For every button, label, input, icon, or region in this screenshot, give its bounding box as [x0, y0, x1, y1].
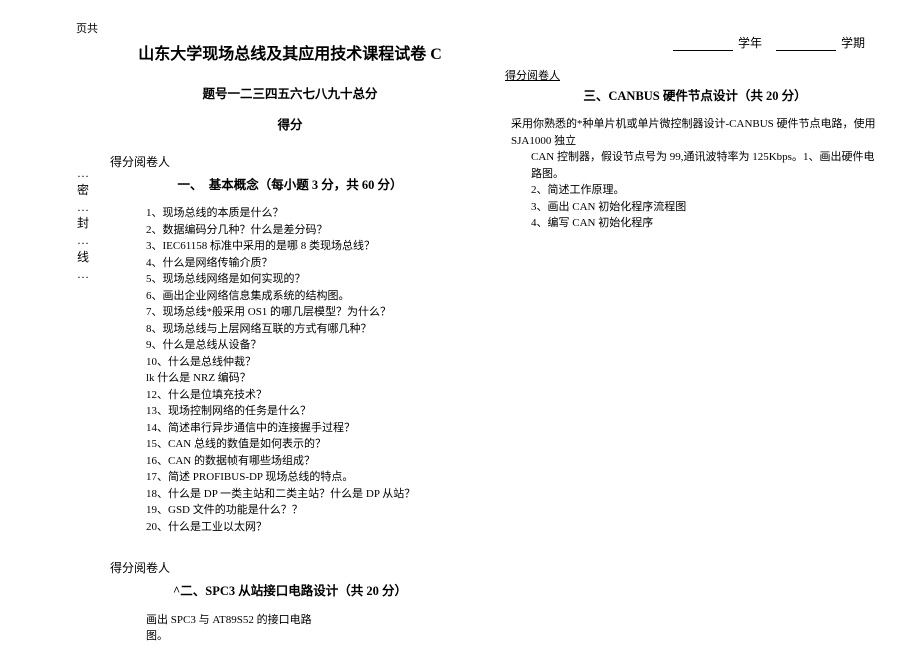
s3-line1: 采用你熟悉的*种单片机或单片微控制器设计-CANBUS 硬件节点电路，使用 SJ…: [511, 116, 885, 149]
s3-line5: 4、编写 CAN 初始化程序: [531, 215, 885, 232]
grader-label-2: 得分阅卷人: [110, 559, 470, 576]
question-list: 1、现场总线的本质是什么？ 2、数据编码分几种？什么是差分码？ 3、IEC611…: [146, 205, 470, 535]
page-corner-label: 页共: [76, 20, 98, 36]
section3-body: 采用你熟悉的*种单片机或单片微控制器设计-CANBUS 硬件节点电路，使用 SJ…: [505, 116, 885, 232]
binding-margin-label: … 密 … 封 … 线 …: [76, 165, 90, 283]
section2-body: 画出 SPC3 与 AT89S52 的接口电路 图。: [146, 611, 470, 643]
year-term-line: 学年 学期: [505, 34, 885, 51]
exam-title: 山东大学现场总线及其应用技术课程试卷 C: [110, 40, 470, 64]
s3-line3: 2、简述工作原理。: [531, 182, 885, 199]
right-column: 学年 学期 得分阅卷人 三、CANBUS 硬件节点设计（共 20 分） 采用你熟…: [505, 34, 885, 232]
question-10: 10、什么是总线仲裁？: [146, 354, 470, 371]
question-9: 9、什么是总线从设备？: [146, 337, 470, 354]
score-label: 得分: [110, 114, 470, 133]
question-14: 14、简述串行异步通信中的连接握手过程？: [146, 420, 470, 437]
question-5: 5、现场总线网络是如何实现的？: [146, 271, 470, 288]
question-15: 15、CAN 总线的数值是如何表示的？: [146, 436, 470, 453]
question-7: 7、现场总线*般采用 OS1 的哪几层模型？为什么？: [146, 304, 470, 321]
grader-label-3: 得分阅卷人: [505, 67, 885, 83]
section3-title: 三、CANBUS 硬件节点设计（共 20 分）: [505, 85, 885, 104]
question-12: 12、什么是位填充技术？: [146, 387, 470, 404]
question-18: 18、什么是 DP 一类主站和二类主站？什么是 DP 从站？: [146, 486, 470, 503]
question-3: 3、IEC61158 标准中采用的是哪 8 类现场总线？: [146, 238, 470, 255]
section2-line1: 画出 SPC3 与 AT89S52 的接口电路: [146, 611, 470, 627]
question-11: lk 什么是 NRZ 编码？: [146, 370, 470, 387]
term-blank: [776, 38, 836, 51]
question-6: 6、画出企业网络信息集成系统的结构图。: [146, 288, 470, 305]
grader-label-1: 得分阅卷人: [110, 153, 470, 170]
left-column: 山东大学现场总线及其应用技术课程试卷 C 题号一二三四五六七八九十总分 得分 得…: [110, 40, 470, 643]
question-19: 19、GSD 文件的功能是什么？？: [146, 502, 470, 519]
section2-line2: 图。: [146, 627, 470, 643]
s3-line4: 3、画出 CAN 初始化程序流程图: [531, 199, 885, 216]
term-label: 学期: [841, 36, 865, 50]
question-8: 8、现场总线与上层网络互联的方式有哪几种？: [146, 321, 470, 338]
question-2: 2、数据编码分几种？什么是差分码？: [146, 222, 470, 239]
s3-line2: CAN 控制器，假设节点号为 99,通讯波特率为 125Kbps。1、画出硬件电…: [531, 149, 885, 182]
question-17: 17、简述 PROFIBUS-DP 现场总线的特点。: [146, 469, 470, 486]
year-blank: [673, 38, 733, 51]
score-table-header: 题号一二三四五六七八九十总分: [110, 84, 470, 104]
question-4: 4、什么是网络传输介质？: [146, 255, 470, 272]
question-20: 20、什么是工业以太网？: [146, 519, 470, 536]
section2-title: ^二、SPC3 从站接口电路设计（共 20 分）: [110, 580, 470, 599]
question-16: 16、CAN 的数据帧有哪些场组成？: [146, 453, 470, 470]
question-1: 1、现场总线的本质是什么？: [146, 205, 470, 222]
year-label: 学年: [738, 36, 762, 50]
section1-title: 一、 基本概念（每小题 3 分，共 60 分）: [110, 174, 470, 193]
question-13: 13、现场控制网络的任务是什么？: [146, 403, 470, 420]
